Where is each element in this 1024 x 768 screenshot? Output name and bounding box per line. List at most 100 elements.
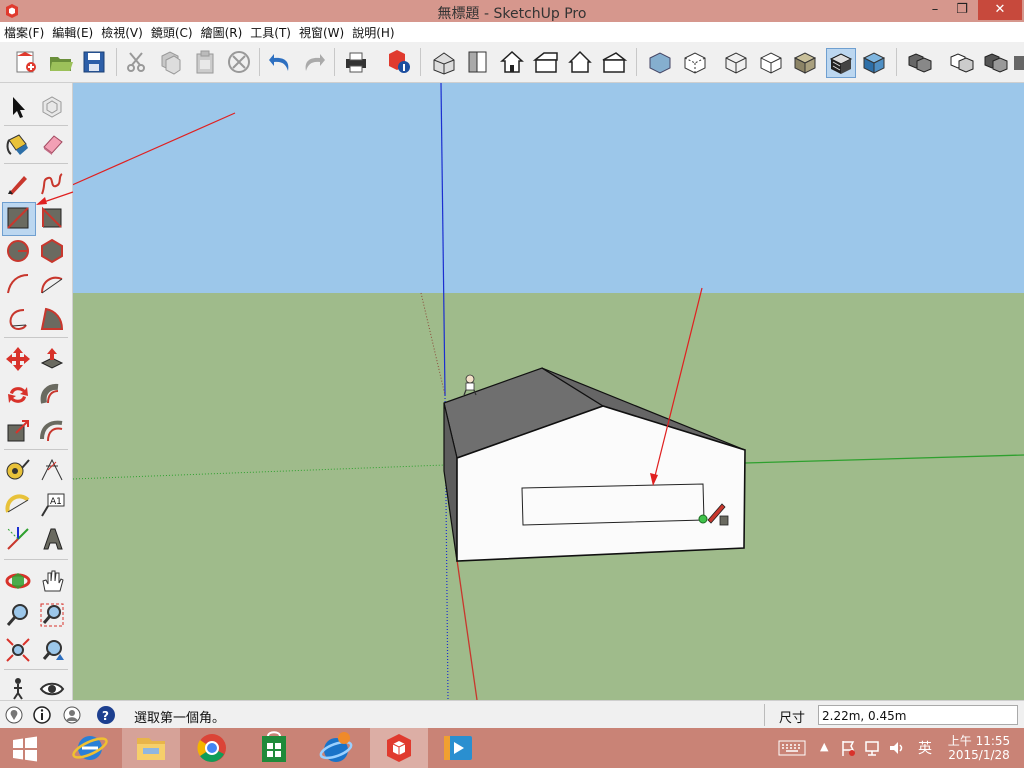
model-viewport[interactable] <box>73 83 1024 700</box>
group-icon[interactable] <box>948 48 976 76</box>
circle-icon[interactable] <box>4 237 32 265</box>
wireframe-icon[interactable] <box>722 48 750 76</box>
pie-icon[interactable] <box>38 305 66 333</box>
model-info-icon[interactable] <box>385 48 413 76</box>
iso-view-icon[interactable] <box>430 48 458 76</box>
shaded-icon[interactable] <box>791 48 819 76</box>
three-point-arc-icon[interactable] <box>4 305 32 333</box>
menu-edit[interactable]: 編輯(E) <box>48 22 97 41</box>
cut-icon[interactable] <box>122 48 150 76</box>
back-view-icon[interactable] <box>566 48 594 76</box>
internet-explorer-icon[interactable] <box>64 730 116 766</box>
text-icon[interactable]: A1 <box>38 490 66 518</box>
xray-icon[interactable] <box>646 48 674 76</box>
windows-start-icon[interactable] <box>12 736 38 762</box>
menu-view[interactable]: 檢視(V) <box>97 22 147 41</box>
dimension-icon[interactable] <box>38 456 66 484</box>
menu-camera[interactable]: 鏡頭(C) <box>147 22 197 41</box>
zoom-icon[interactable] <box>4 601 32 629</box>
file-explorer-icon[interactable] <box>125 730 177 766</box>
arc-icon[interactable] <box>4 271 32 299</box>
status-hint: 選取第一個角。 <box>134 711 226 726</box>
left-view-icon[interactable] <box>600 48 628 76</box>
zoom-window-icon[interactable] <box>38 601 66 629</box>
polygon-icon[interactable] <box>38 237 66 265</box>
store-icon[interactable] <box>248 730 300 766</box>
close-button[interactable]: ✕ <box>978 0 1022 20</box>
media-icon[interactable] <box>432 730 484 766</box>
back-edges-icon[interactable] <box>681 48 709 76</box>
menu-bar: 檔案(F) 編輯(E) 檢視(V) 鏡頭(C) 繪圖(R) 工具(T) 視窗(W) 說明(H) <box>0 22 1024 42</box>
svg-text:?: ? <box>102 709 109 723</box>
model-canvas[interactable] <box>73 83 1024 700</box>
scale-icon[interactable] <box>4 417 32 445</box>
menu-help[interactable]: 說明(H) <box>348 22 398 41</box>
tray-expand-icon[interactable]: ▲ <box>820 740 828 753</box>
network-icon[interactable] <box>864 739 882 757</box>
credits-icon[interactable] <box>32 705 52 725</box>
sky <box>73 83 1024 293</box>
chrome-icon[interactable] <box>186 730 238 766</box>
front-view-icon[interactable] <box>498 48 526 76</box>
geo-location-icon[interactable] <box>4 705 24 725</box>
previous-view-icon[interactable] <box>38 636 66 664</box>
menu-tools[interactable]: 工具(T) <box>246 22 295 41</box>
minimize-button[interactable]: – <box>922 0 948 20</box>
shaded-textures-icon[interactable] <box>826 48 856 78</box>
redo-icon[interactable] <box>300 48 328 76</box>
action-center-icon[interactable] <box>840 739 856 757</box>
monochrome-icon[interactable] <box>860 48 888 76</box>
move-icon[interactable] <box>4 345 32 373</box>
push-pull-icon[interactable] <box>38 345 66 373</box>
open-icon[interactable] <box>47 48 75 76</box>
volume-icon[interactable] <box>888 739 906 757</box>
tape-measure-icon[interactable] <box>4 456 32 484</box>
svg-text:A1: A1 <box>50 497 62 507</box>
axes-icon[interactable] <box>4 525 32 553</box>
menu-file[interactable]: 檔案(F) <box>0 22 48 41</box>
clock-time[interactable]: 上午 11:55 <box>944 732 1014 749</box>
sketchup-icon[interactable] <box>373 730 425 766</box>
left-tool-palette: A1 <box>0 83 73 700</box>
restore-button[interactable]: ❐ <box>948 0 976 20</box>
user-icon[interactable] <box>62 705 82 725</box>
paste-icon[interactable] <box>191 48 219 76</box>
clock-date[interactable]: 2015/1/28 <box>944 748 1014 762</box>
print-icon[interactable] <box>342 48 370 76</box>
menu-draw[interactable]: 繪圖(R) <box>197 22 247 41</box>
measurements-input[interactable]: 2.22m, 0.45m <box>818 705 1018 725</box>
offset-icon[interactable] <box>38 417 66 445</box>
ie-tool-icon[interactable] <box>310 730 362 766</box>
new-icon[interactable] <box>12 48 40 76</box>
eraser-icon[interactable] <box>38 130 66 158</box>
3d-text-icon[interactable] <box>38 525 66 553</box>
component-icon[interactable] <box>38 93 66 121</box>
keyboard-icon[interactable] <box>778 740 806 756</box>
erase-icon[interactable] <box>225 48 253 76</box>
window-title: 無標題 - SketchUp Pro <box>437 6 587 22</box>
two-point-arc-icon[interactable] <box>38 271 66 299</box>
select-icon[interactable] <box>4 93 32 121</box>
walk-icon[interactable] <box>4 675 32 703</box>
save-icon[interactable] <box>80 48 108 76</box>
input-language-indicator[interactable]: 英 <box>918 738 932 758</box>
protractor-icon[interactable] <box>4 490 32 518</box>
windows-taskbar: ▲ 英 上午 11:55 2015/1/28 <box>0 728 1024 768</box>
arrange-icon[interactable] <box>1012 48 1024 76</box>
hide-icon[interactable] <box>982 48 1010 76</box>
orbit-icon[interactable] <box>4 567 32 595</box>
right-view-icon[interactable] <box>532 48 560 76</box>
menu-window[interactable]: 視窗(W) <box>295 22 348 41</box>
follow-me-icon[interactable] <box>38 381 66 409</box>
undo-icon[interactable] <box>266 48 294 76</box>
look-around-icon[interactable] <box>38 675 66 703</box>
top-view-icon[interactable] <box>464 48 492 76</box>
rotate-icon[interactable] <box>4 381 32 409</box>
hidden-line-icon[interactable] <box>757 48 785 76</box>
component-icon[interactable] <box>906 48 934 76</box>
help-icon[interactable]: ? <box>96 705 116 725</box>
zoom-extents-icon[interactable] <box>4 636 32 664</box>
copy-icon[interactable] <box>157 48 185 76</box>
pan-icon[interactable] <box>38 567 66 595</box>
paint-icon[interactable] <box>4 130 32 158</box>
